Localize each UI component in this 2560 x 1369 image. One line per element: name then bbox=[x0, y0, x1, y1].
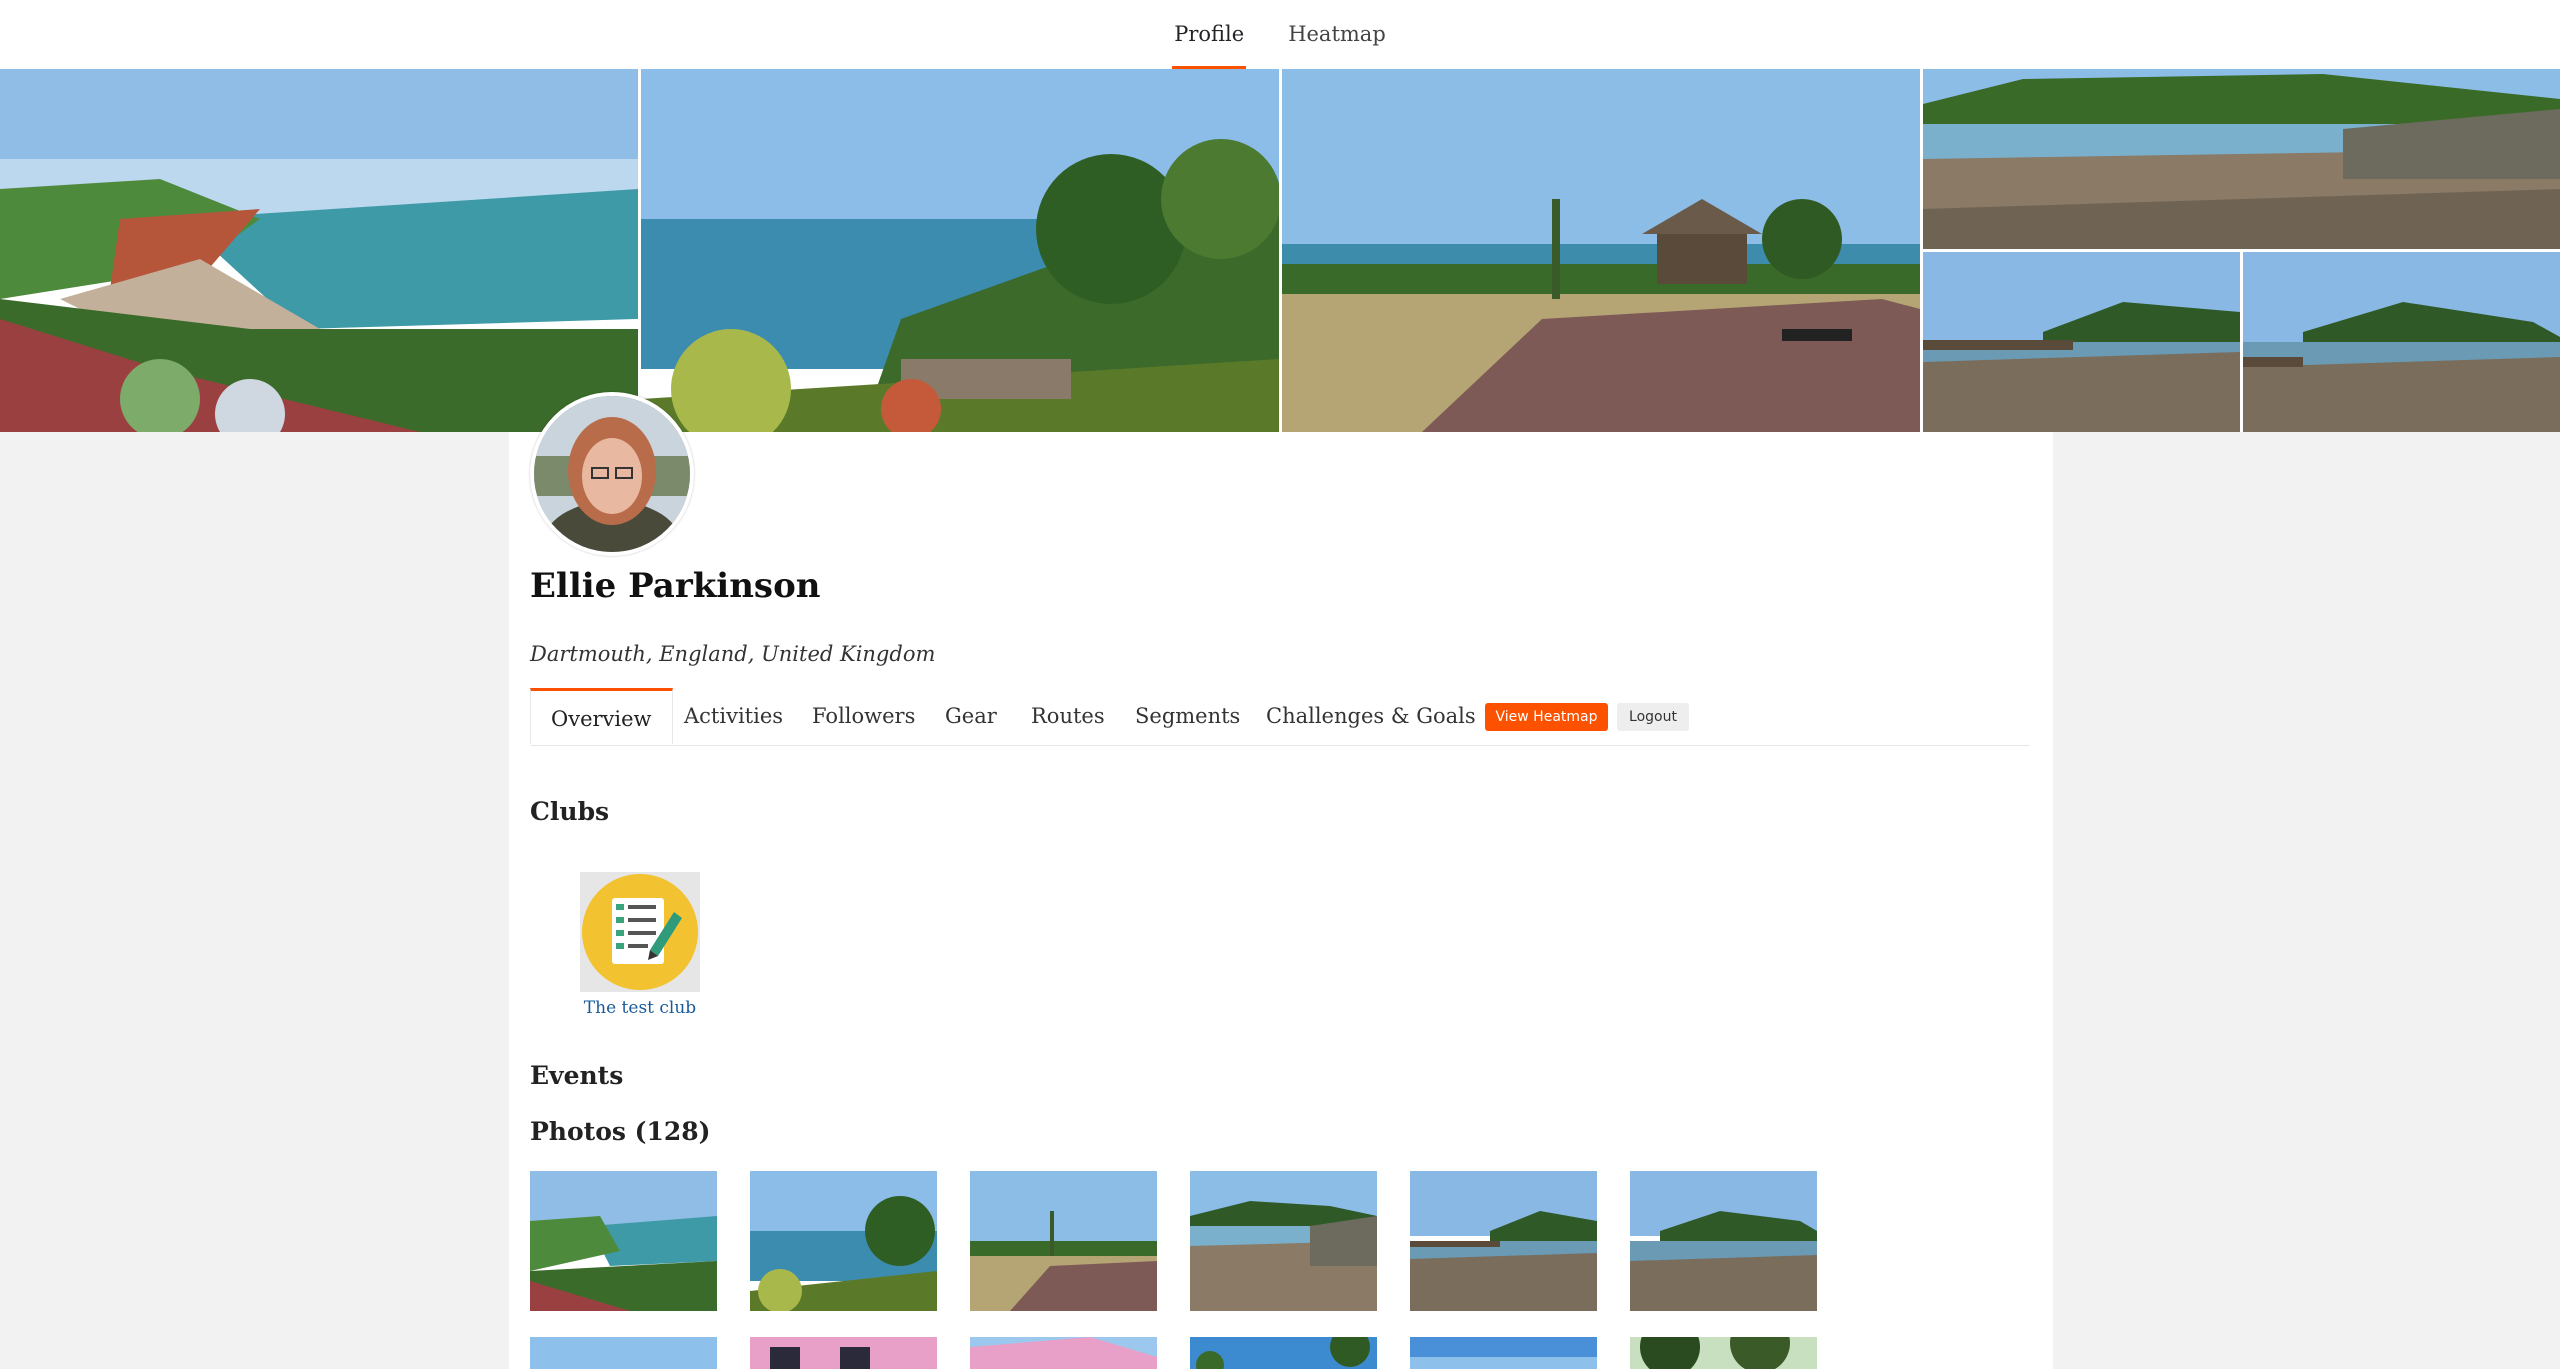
tab-profile[interactable]: Profile bbox=[1172, 0, 1247, 69]
banner-photo-jetty[interactable] bbox=[1923, 252, 2240, 432]
photo-thumbnail[interactable] bbox=[530, 1337, 717, 1369]
checklist-icon bbox=[580, 872, 700, 992]
tab-overview[interactable]: Overview bbox=[530, 688, 673, 744]
photo-thumbnail[interactable] bbox=[1630, 1337, 1817, 1369]
athlete-location: Dartmouth, England, United Kingdom bbox=[530, 642, 936, 666]
logout-button[interactable]: Logout bbox=[1617, 703, 1689, 731]
photo-thumbnail[interactable] bbox=[1190, 1171, 1377, 1311]
tab-activities[interactable]: Activities bbox=[684, 688, 783, 745]
tab-gear[interactable]: Gear bbox=[945, 688, 997, 745]
banner-photo-estuary[interactable] bbox=[2243, 252, 2560, 432]
tab-challenges-goals[interactable]: Challenges & Goals bbox=[1266, 688, 1476, 745]
photo-thumbnail[interactable] bbox=[970, 1171, 1157, 1311]
tab-routes[interactable]: Routes bbox=[1031, 688, 1105, 745]
tab-followers[interactable]: Followers bbox=[812, 688, 915, 745]
photos-heading: Photos (128) bbox=[530, 1117, 711, 1146]
banner-photo-park-gazebo[interactable] bbox=[1282, 69, 1920, 432]
photo-thumbnail[interactable] bbox=[530, 1171, 717, 1311]
photo-thumbnail[interactable] bbox=[1410, 1171, 1597, 1311]
top-nav-tabs: Profile Heatmap bbox=[0, 0, 2560, 69]
athlete-name: Ellie Parkinson bbox=[530, 566, 821, 606]
photo-thumbnail[interactable] bbox=[1190, 1337, 1377, 1369]
photo-banner bbox=[0, 69, 2560, 432]
view-heatmap-button[interactable]: View Heatmap bbox=[1485, 703, 1608, 731]
club-name: The test club bbox=[583, 998, 697, 1018]
banner-photo-coast-cliff[interactable] bbox=[0, 69, 638, 432]
photo-thumbnail[interactable] bbox=[750, 1337, 937, 1369]
tab-heatmap[interactable]: Heatmap bbox=[1286, 0, 1388, 69]
photo-thumbnail[interactable] bbox=[750, 1171, 937, 1311]
club-card[interactable]: The test club bbox=[580, 872, 700, 1020]
banner-photo-harbour[interactable] bbox=[1923, 69, 2560, 249]
photo-thumbnail[interactable] bbox=[1630, 1171, 1817, 1311]
photo-thumbnail[interactable] bbox=[970, 1337, 1157, 1369]
events-heading: Events bbox=[530, 1061, 624, 1090]
top-nav: Profile Heatmap bbox=[0, 0, 2560, 69]
profile-tabs: Overview Activities Followers Gear Route… bbox=[530, 688, 2030, 746]
tab-segments[interactable]: Segments bbox=[1135, 688, 1240, 745]
clubs-heading: Clubs bbox=[530, 797, 610, 826]
avatar bbox=[530, 392, 694, 556]
photo-thumbnail[interactable] bbox=[1410, 1337, 1597, 1369]
banner-photo-palm-garden[interactable] bbox=[641, 69, 1279, 432]
